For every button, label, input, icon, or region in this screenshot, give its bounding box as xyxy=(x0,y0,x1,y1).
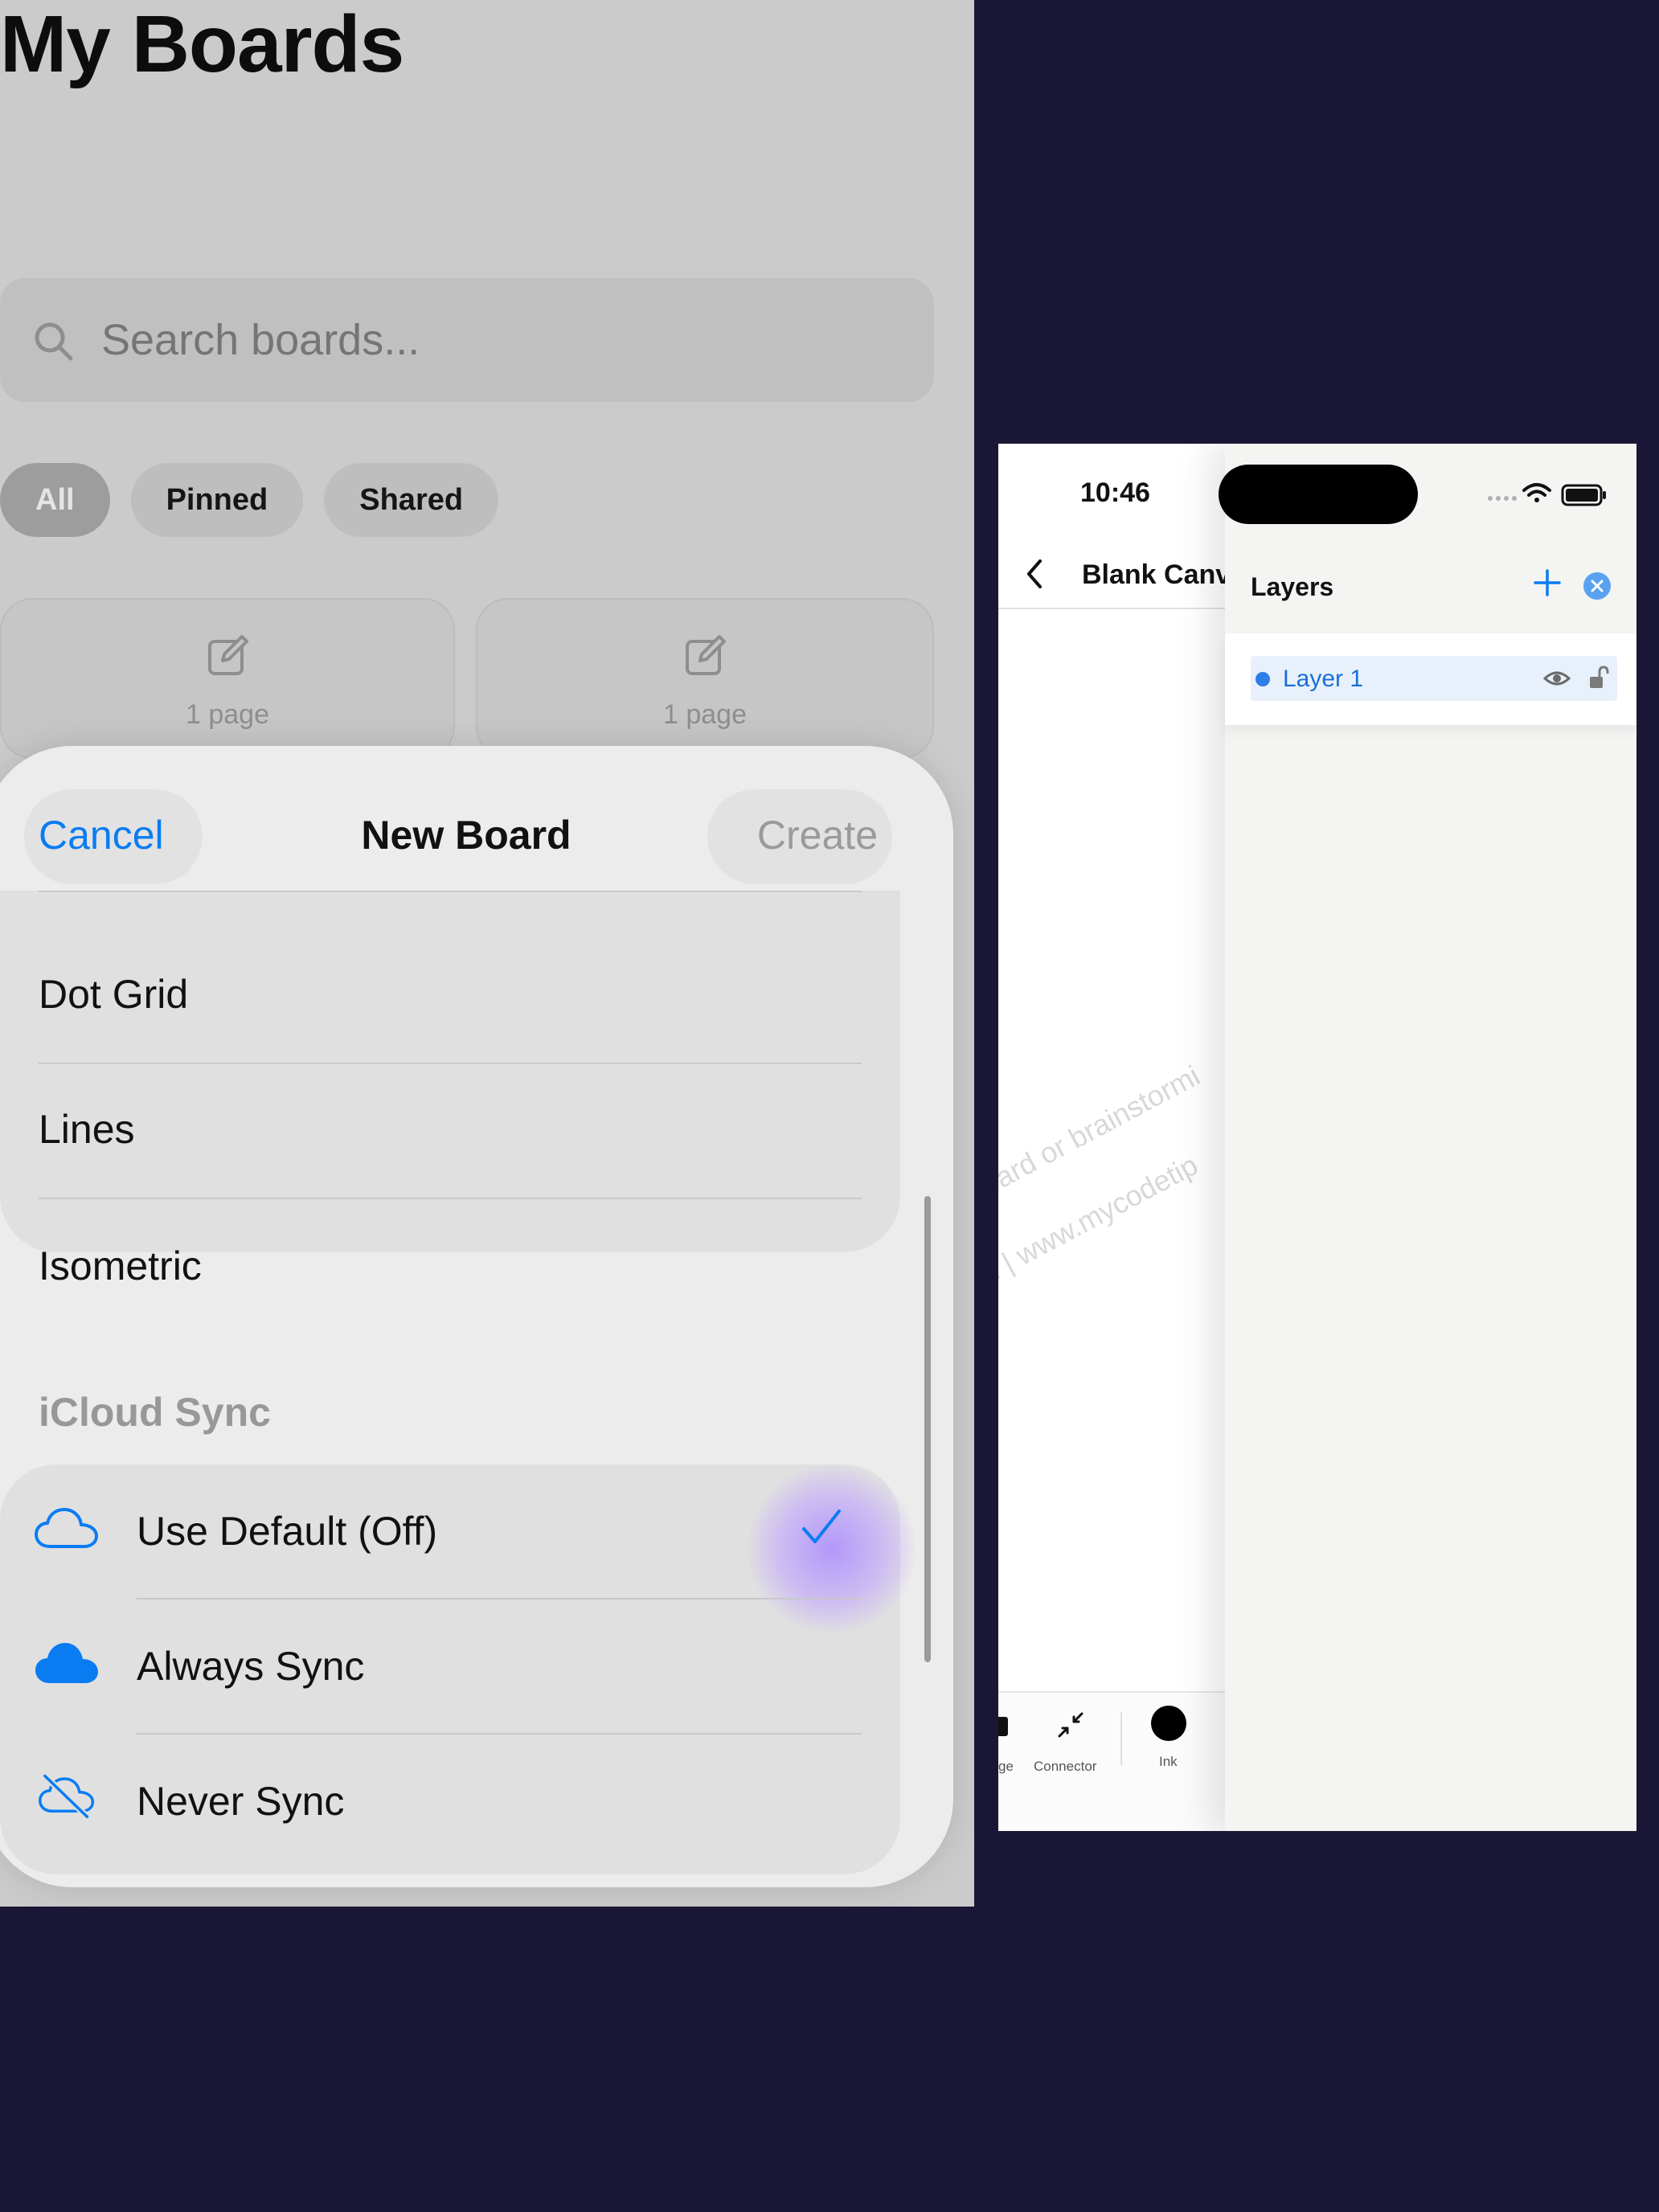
divider xyxy=(39,1063,862,1064)
layer-name: Layer 1 xyxy=(1283,666,1364,692)
eye-icon[interactable] xyxy=(1543,667,1571,690)
image-tool-icon xyxy=(998,1717,1008,1736)
touch-highlight xyxy=(748,1464,916,1633)
cloud-outline-icon xyxy=(35,1508,98,1548)
page-title: My Boards xyxy=(0,0,404,89)
icloud-sync-section-label: iCloud Sync xyxy=(39,1390,271,1435)
divider xyxy=(137,1733,862,1735)
status-time: 10:46 xyxy=(1080,477,1150,508)
close-icon[interactable] xyxy=(1583,572,1611,600)
filter-chips: All Pinned Shared xyxy=(0,463,499,537)
cloud-slash-icon xyxy=(39,1773,95,1818)
paper-style-list: Dot Grid Lines Isometric xyxy=(0,891,900,1288)
ink-color-swatch xyxy=(1151,1706,1186,1741)
toolbar-divider xyxy=(1120,1712,1122,1765)
paper-style-dot-grid[interactable]: Dot Grid xyxy=(39,971,188,1018)
layers-header: Layers xyxy=(1219,444,1636,632)
search-icon xyxy=(35,322,73,361)
filter-chip-pinned[interactable]: Pinned xyxy=(130,463,304,537)
back-button[interactable] xyxy=(1022,558,1047,590)
wifi-icon xyxy=(1522,483,1551,502)
divider xyxy=(137,1598,862,1600)
paper-style-lines[interactable]: Lines xyxy=(39,1106,135,1153)
tool-label-partial: ge xyxy=(998,1759,1014,1774)
signal-icon xyxy=(1488,496,1517,501)
board-card[interactable]: 1 page xyxy=(476,598,934,759)
unlock-icon[interactable] xyxy=(1588,666,1609,690)
divider xyxy=(39,891,862,892)
battery-icon xyxy=(1561,484,1606,506)
edit-icon xyxy=(686,635,726,675)
sync-option-list: Use Default (Off) Always Sync Never Sync xyxy=(0,1464,916,1874)
edit-icon xyxy=(208,635,248,675)
add-layer-button[interactable] xyxy=(1530,566,1564,600)
search-bar[interactable] xyxy=(0,278,934,402)
create-button[interactable]: Create xyxy=(757,812,878,858)
canvas-title: Blank Canva xyxy=(1082,559,1247,590)
filter-chip-shared[interactable]: Shared xyxy=(324,463,499,537)
layers-list: Layer 1 xyxy=(1225,633,1636,725)
chevron-left-icon xyxy=(1027,559,1042,588)
ink-label: Ink xyxy=(1159,1754,1178,1769)
page-count: 1 page xyxy=(186,699,269,730)
filter-chip-all[interactable]: All xyxy=(0,463,110,537)
layer-row[interactable]: Layer 1 xyxy=(1251,656,1617,701)
connector-icon xyxy=(1058,1712,1083,1738)
layers-panel: Layers Layer 1 xyxy=(1219,444,1636,1831)
layers-title: Layers xyxy=(1251,572,1334,601)
boards-screen: My Boards All Pinned Shared 1 page 1 pag… xyxy=(0,0,974,1907)
connector-label: Connector xyxy=(1034,1759,1097,1774)
page-count: 1 page xyxy=(663,699,747,730)
bottom-toolbar: ge Connector Ink xyxy=(998,1691,1239,1831)
paper-style-isometric[interactable]: Isometric xyxy=(39,1243,202,1289)
canvas-screen: 10:46 Blank Canva oard or brainstormi n … xyxy=(998,444,1636,1831)
watermark-text: oard or brainstormi xyxy=(998,1059,1206,1202)
layer-color-dot xyxy=(1256,672,1270,686)
board-card[interactable]: 1 page xyxy=(0,598,455,759)
sync-option-label: Use Default (Off) xyxy=(137,1509,438,1554)
scrollbar[interactable] xyxy=(924,1196,931,1662)
divider xyxy=(39,1198,862,1199)
cloud-filled-icon xyxy=(35,1643,98,1683)
divider xyxy=(998,608,1239,609)
sync-option-label: Always Sync xyxy=(137,1644,365,1689)
checkmark-icon xyxy=(802,1509,841,1543)
dynamic-island xyxy=(1219,465,1418,524)
status-icons xyxy=(1488,483,1606,506)
sync-option-label: Never Sync xyxy=(137,1779,345,1824)
search-input[interactable] xyxy=(100,278,823,402)
new-board-sheet: Cancel New Board Create Dot Grid Lines I… xyxy=(0,746,953,1887)
